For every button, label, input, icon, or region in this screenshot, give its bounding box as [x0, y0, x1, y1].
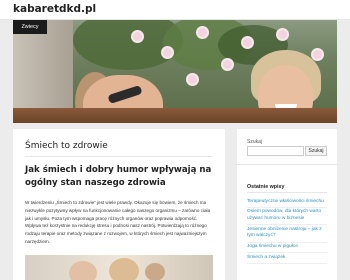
recent-posts-divider — [247, 192, 327, 193]
post-heading: Jak śmiech i dobry humor wpływają na ogó… — [25, 165, 212, 188]
sidebar: Szukaj Szukaj Ostatnie wpisy Terapeutycz… — [237, 129, 337, 280]
recent-post-link[interactable]: Terapeutyczne właściwości śmiechu — [247, 197, 327, 208]
site-header: kabaretdkd.pl — [0, 0, 350, 20]
recent-post-link[interactable]: Osiem powodów, dla których warto używać … — [247, 208, 327, 226]
sidebar-divider — [237, 164, 337, 165]
post-image — [25, 255, 213, 280]
title-divider — [25, 156, 213, 157]
post-body: W twierdzeniu „Śmiech to zdrowie” jest w… — [25, 200, 211, 244]
site-title-link[interactable]: kabaretdkd.pl — [13, 3, 96, 15]
nav-menu-item[interactable]: Zwiecy — [13, 20, 47, 34]
search-input[interactable] — [247, 146, 304, 156]
hero-image — [13, 20, 337, 123]
recent-posts-title: Ostatnie wpisy — [247, 184, 285, 190]
recent-post-link[interactable]: Jesienne obniżenie nastroju – jak z tym … — [247, 225, 327, 243]
recent-post-link[interactable]: Joga śmiechu w pigułce — [247, 243, 327, 254]
recent-post-link[interactable]: Śmiech a związek — [247, 253, 327, 265]
main-content: Śmiech to zdrowie Jak śmiech i dobry hum… — [13, 129, 225, 280]
recent-posts-list: Terapeutyczne właściwości śmiechu Osiem … — [247, 197, 327, 265]
search-label: Szukaj — [247, 139, 263, 145]
page-title: Śmiech to zdrowie — [25, 141, 108, 151]
search-button[interactable]: Szukaj — [305, 146, 327, 156]
